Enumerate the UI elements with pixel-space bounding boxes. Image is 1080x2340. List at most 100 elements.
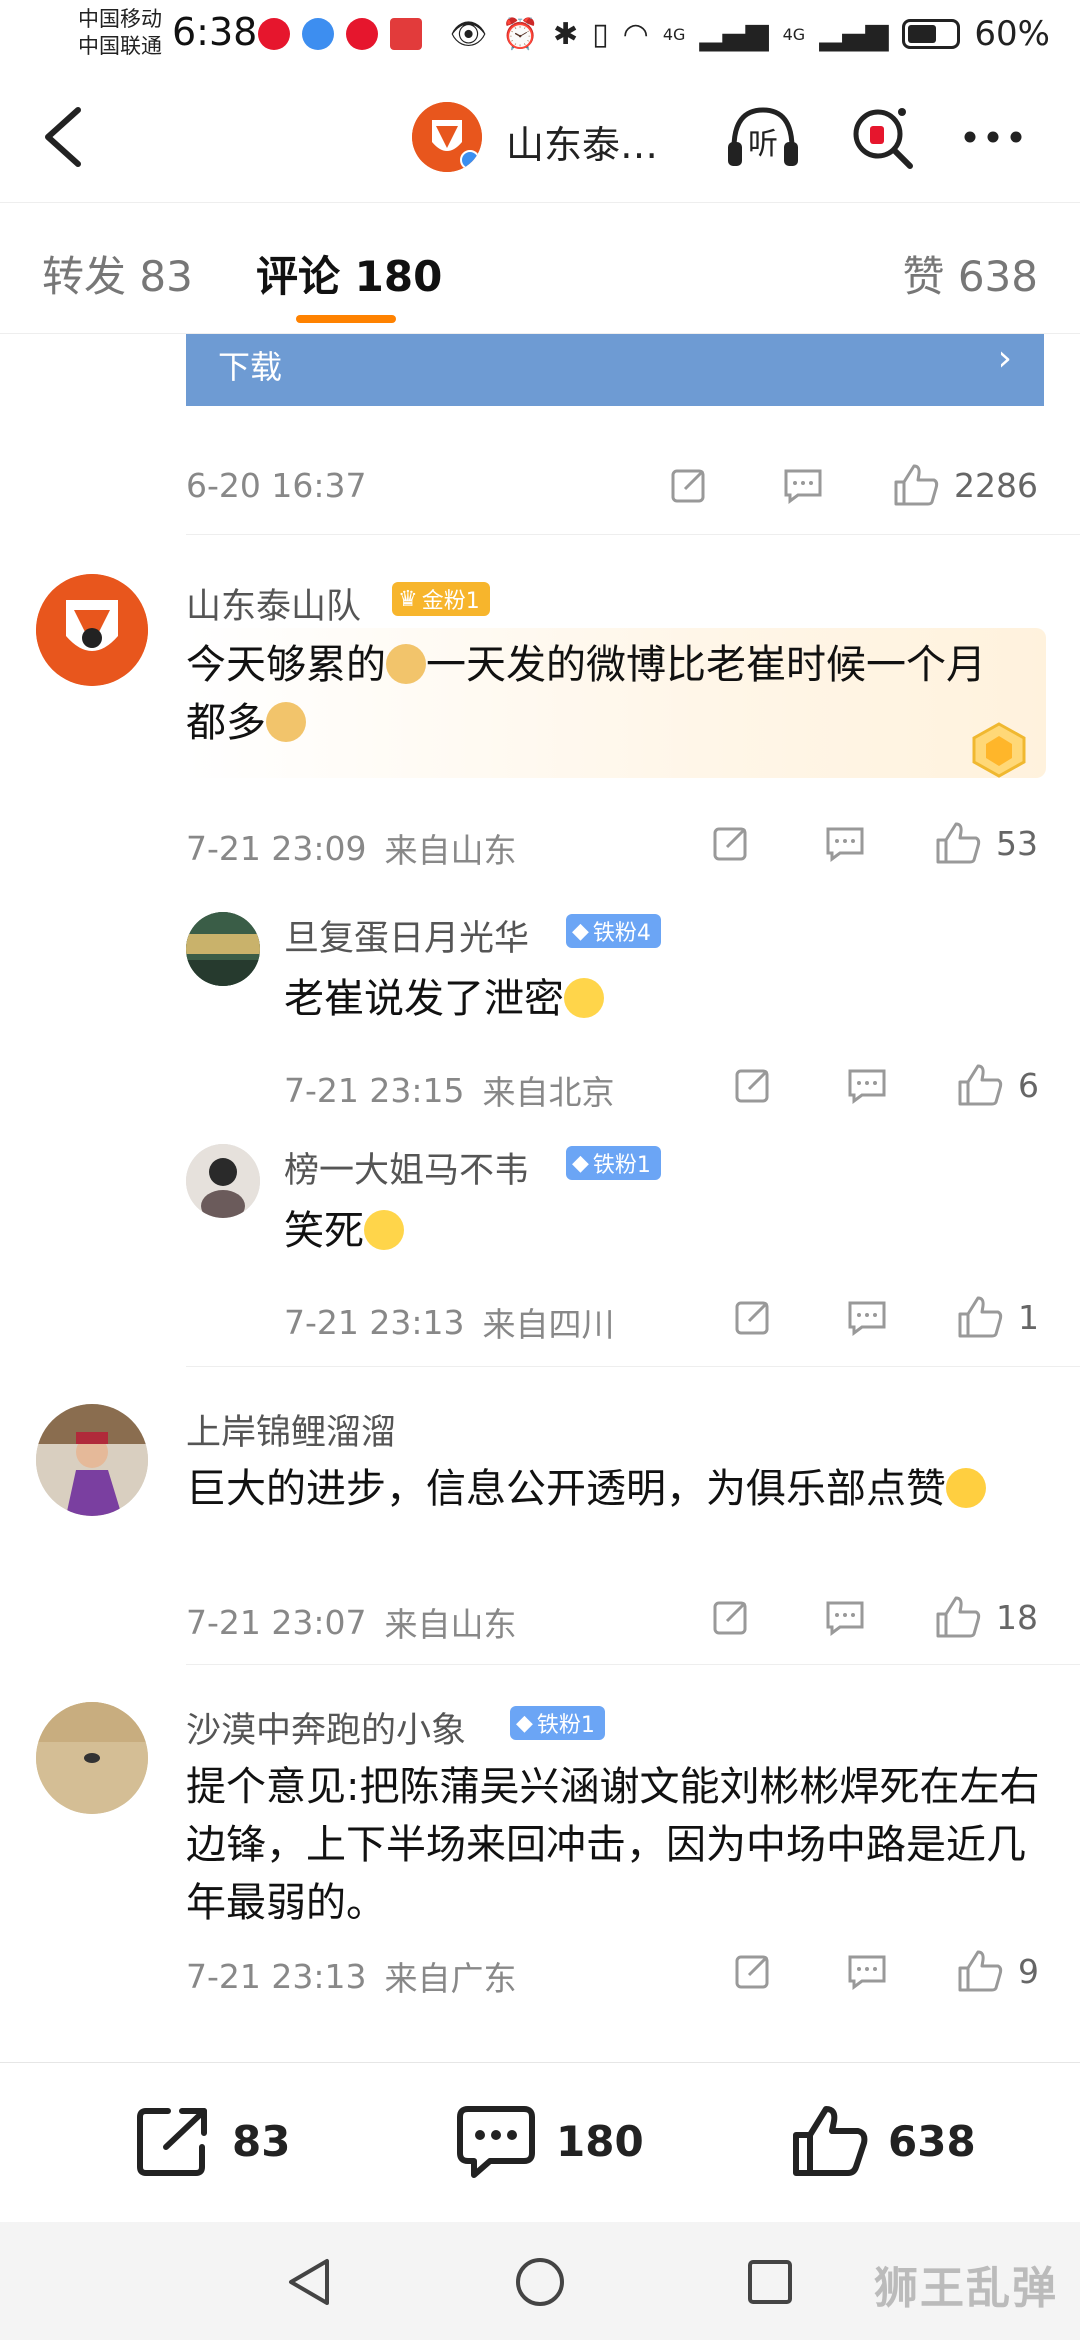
comment-icon xyxy=(457,2106,535,2178)
like-button[interactable]: 9 xyxy=(956,1948,1039,1994)
tab-bar: 转发 83 评论 180 赞 638 xyxy=(0,202,1080,334)
tab-likes[interactable]: 赞 638 xyxy=(902,243,1038,304)
signal-icon: ▂▄▆ xyxy=(819,16,889,52)
reply-button[interactable] xyxy=(842,1292,892,1342)
bottom-action-bar: 83 180 638 xyxy=(0,2062,1080,2222)
avatar[interactable] xyxy=(412,102,482,172)
page-title[interactable]: 山东泰… xyxy=(506,114,658,169)
thumbs-up-icon xyxy=(958,1064,1003,1106)
reply-username[interactable]: 榜一大姐马不韦 xyxy=(284,1142,529,1193)
system-recents-button[interactable] xyxy=(740,2252,800,2312)
battery-icon xyxy=(902,19,961,49)
like-count: 638 xyxy=(888,2116,976,2166)
team-logo-icon xyxy=(36,574,148,686)
share-button[interactable] xyxy=(664,460,714,510)
share-button[interactable] xyxy=(728,1060,778,1110)
avatar[interactable] xyxy=(36,1702,148,1814)
comment-icon xyxy=(848,1069,886,1104)
share-icon xyxy=(671,469,705,503)
comment-text: 今天够累的 一天发的微博比老崔时候一个月都多 xyxy=(186,636,1006,752)
comment-icon xyxy=(848,1955,886,1990)
reply-button[interactable] xyxy=(820,818,870,868)
thumbs-up-icon xyxy=(936,1596,981,1638)
thumbs-up-icon xyxy=(936,822,981,864)
system-navigation-bar: 狮王乱弹 xyxy=(0,2222,1080,2340)
comment-button[interactable]: 180 xyxy=(454,2103,644,2179)
comment-time: 7-21 23:09 xyxy=(186,828,367,868)
notification-icons xyxy=(258,18,422,50)
reply-time: 7-21 23:15 xyxy=(284,1070,465,1110)
listen-button[interactable]: 听 xyxy=(724,102,802,172)
avatar-image xyxy=(36,1404,148,1516)
comment-icon xyxy=(784,469,822,504)
avatar[interactable] xyxy=(186,912,260,986)
more-button[interactable] xyxy=(954,102,1032,172)
signal-label-2: 4G xyxy=(782,24,806,44)
like-button[interactable]: 2286 xyxy=(892,462,1038,508)
nav-bar: 山东泰… 听 xyxy=(0,72,1080,202)
reply-button[interactable] xyxy=(842,1946,892,1996)
thumbs-up-icon xyxy=(894,464,939,506)
watermark: 狮王乱弹 xyxy=(874,2263,1058,2314)
diamond-icon: ◆ xyxy=(572,918,589,944)
fan-badge[interactable]: ◆ 铁粉4 xyxy=(566,914,661,948)
back-button[interactable] xyxy=(34,104,94,170)
comment-meta: 7-21 23:13 来自广东 xyxy=(186,1952,517,2000)
share-button[interactable] xyxy=(706,1592,756,1642)
prev-meta: 6-20 16:37 xyxy=(186,466,367,505)
signal-icon: ▂▄▆ xyxy=(699,16,769,52)
tab-reposts[interactable]: 转发 83 xyxy=(42,243,193,304)
reply-text-part: 老崔说发了泄密 xyxy=(284,976,564,1022)
reply-username[interactable]: 旦复蛋日月光华 xyxy=(284,910,529,961)
weibo-icon xyxy=(346,18,378,50)
like-count: 18 xyxy=(996,1597,1038,1637)
reply-button[interactable] xyxy=(778,460,828,510)
comment-list[interactable]: 下载 › 6-20 16:37 2286 山东泰山队 ♛ 金粉1 今天够累的 一… xyxy=(0,334,1080,2062)
like-button[interactable]: 638 xyxy=(790,2103,976,2179)
bluetooth-icon: ✱ xyxy=(552,16,579,52)
badge-label: 金粉1 xyxy=(421,589,480,614)
avatar[interactable] xyxy=(186,1144,260,1218)
fan-badge[interactable]: ◆ 铁粉1 xyxy=(566,1146,661,1180)
comment-text-part: 今天够累的 xyxy=(186,642,386,688)
comment-location: 来自山东 xyxy=(384,831,517,870)
share-button[interactable] xyxy=(728,1946,778,1996)
comment-actions: 53 xyxy=(706,818,1038,868)
triangle-back-icon xyxy=(289,2259,329,2305)
avatar[interactable] xyxy=(36,574,148,686)
divider xyxy=(186,1664,1080,1665)
avatar[interactable] xyxy=(36,1404,148,1516)
battery-fill xyxy=(908,25,937,43)
download-banner[interactable]: 下载 › xyxy=(186,334,1044,406)
search-red-packet-button[interactable] xyxy=(844,102,922,172)
reply-button[interactable] xyxy=(820,1592,870,1642)
like-button[interactable]: 53 xyxy=(934,820,1038,866)
more-icon xyxy=(964,131,1022,143)
share-button[interactable] xyxy=(706,818,756,868)
like-button[interactable]: 1 xyxy=(956,1294,1039,1340)
share-icon xyxy=(137,2108,207,2176)
fan-badge[interactable]: ◆ 铁粉1 xyxy=(510,1706,605,1740)
listen-label: 听 xyxy=(748,127,778,162)
like-button[interactable]: 18 xyxy=(934,1594,1038,1640)
comment-time: 7-21 23:07 xyxy=(186,1602,367,1642)
doge-emoji-icon xyxy=(266,702,306,742)
fan-badge[interactable]: ♛ 金粉1 xyxy=(392,582,490,616)
status-bar: 中国移动 中国联通 6:38 👁 ⏰ ✱ ▯ ◠ 4G ▂▄▆ 4G ▂▄▆ 6… xyxy=(0,0,1080,72)
comment-username[interactable]: 山东泰山队 xyxy=(186,578,361,629)
share-button[interactable] xyxy=(728,1292,778,1342)
tab-comments[interactable]: 评论 180 xyxy=(256,243,442,304)
system-home-button[interactable] xyxy=(510,2252,570,2312)
headphones-icon: 听 xyxy=(728,107,798,166)
comment-username[interactable]: 沙漠中奔跑的小象 xyxy=(186,1702,466,1753)
reply-button[interactable] xyxy=(842,1060,892,1110)
thumbs-up-icon xyxy=(958,1950,1003,1992)
comment-username[interactable]: 上岸锦鲤溜溜 xyxy=(186,1404,396,1455)
like-button[interactable]: 6 xyxy=(956,1062,1039,1108)
repost-button[interactable]: 83 xyxy=(134,2103,290,2179)
vibrate-icon: ▯ xyxy=(592,16,609,52)
system-back-button[interactable] xyxy=(280,2252,340,2312)
share-icon xyxy=(713,827,747,861)
chevron-right-icon: › xyxy=(997,338,1012,379)
comment-actions: 18 xyxy=(706,1592,1038,1642)
